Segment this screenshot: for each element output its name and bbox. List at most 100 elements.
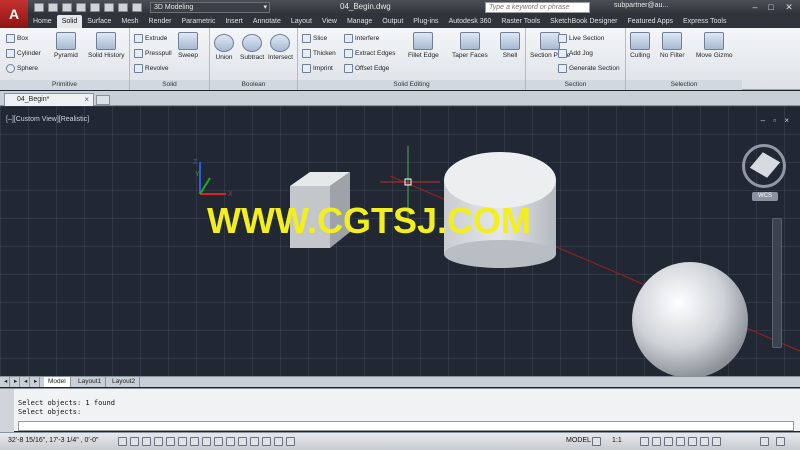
add-jog-button[interactable]: Add Jog <box>558 49 593 58</box>
save-as-icon[interactable] <box>76 3 86 12</box>
tab-solid[interactable]: Solid <box>56 15 83 28</box>
tab-raster-tools[interactable]: Raster Tools <box>496 15 545 28</box>
taper-faces-button[interactable]: Taper Faces <box>452 32 488 59</box>
presspull-button[interactable]: Presspull <box>134 49 172 58</box>
tab-featured-apps[interactable]: Featured Apps <box>622 15 678 28</box>
tab-mesh[interactable]: Mesh <box>116 15 143 28</box>
command-window-handle[interactable] <box>0 389 14 432</box>
user-account[interactable]: subpartner@au... <box>614 2 668 9</box>
interfere-button[interactable]: Interfere <box>344 34 379 43</box>
revolve-button[interactable]: Revolve <box>134 64 168 73</box>
workspace-switching-icon[interactable] <box>664 437 673 446</box>
lineweight-icon[interactable] <box>238 437 247 446</box>
tab-model[interactable]: Model <box>44 377 71 387</box>
status-menu-icon[interactable] <box>760 437 769 446</box>
new-tab-button[interactable] <box>96 95 110 105</box>
annotation-visibility-icon[interactable] <box>640 437 649 446</box>
selection-cycling-icon[interactable] <box>274 437 283 446</box>
quick-view-layouts-icon[interactable] <box>592 437 601 446</box>
quick-properties-icon[interactable] <box>262 437 271 446</box>
solid-history-button[interactable]: Solid History <box>88 32 124 59</box>
navigation-bar[interactable] <box>772 218 782 348</box>
tab-surface[interactable]: Surface <box>82 15 116 28</box>
application-menu-button[interactable]: A <box>0 0 28 28</box>
object-snap-icon[interactable] <box>178 437 187 446</box>
tab-scroll-right[interactable]: ▸ <box>10 377 20 387</box>
hardware-acceleration-icon[interactable] <box>688 437 697 446</box>
3d-object-snap-icon[interactable] <box>190 437 199 446</box>
tab-sketchbook-designer[interactable]: SketchBook Designer <box>545 15 622 28</box>
annotation-monitor-icon[interactable] <box>286 437 295 446</box>
no-filter-dropdown[interactable]: No Filter <box>660 32 685 59</box>
file-tab-04-begin[interactable]: 04_Begin* × <box>4 93 94 106</box>
polar-tracking-icon[interactable] <box>166 437 175 446</box>
snap-mode-icon[interactable] <box>130 437 139 446</box>
command-input[interactable] <box>18 421 794 431</box>
slice-button[interactable]: Slice <box>302 34 327 43</box>
sphere-button[interactable]: Sphere <box>6 64 38 73</box>
union-button[interactable]: Union <box>214 34 234 61</box>
offset-edge-button[interactable]: Offset Edge <box>344 64 389 73</box>
wcs-menu[interactable]: WCS <box>752 192 778 201</box>
drawing-viewport[interactable]: [–][Custom View][Realistic] – ▫ × Z Y X <box>0 106 800 384</box>
object-snap-tracking-icon[interactable] <box>202 437 211 446</box>
transparency-icon[interactable] <box>250 437 259 446</box>
intersect-button[interactable]: Intersect <box>268 34 293 61</box>
tab-autodesk-360[interactable]: Autodesk 360 <box>444 15 497 28</box>
viewcube[interactable] <box>742 144 786 188</box>
pyramid-button[interactable]: Pyramid <box>54 32 78 59</box>
tab-parametric[interactable]: Parametric <box>176 15 220 28</box>
tab-express-tools[interactable]: Express Tools <box>678 15 731 28</box>
move-gizmo-dropdown[interactable]: Move Gizmo <box>696 32 732 59</box>
extrude-button[interactable]: Extrude <box>134 34 167 43</box>
thicken-button[interactable]: Thicken <box>302 49 336 58</box>
model-space-toggle[interactable]: MODEL <box>566 437 591 444</box>
generate-section-button[interactable]: Generate Section <box>558 64 620 73</box>
live-section-button[interactable]: Live Section <box>558 34 604 43</box>
workspace-dropdown[interactable]: 3D Modeling <box>150 2 270 13</box>
close-tab-icon[interactable]: × <box>84 94 89 106</box>
tab-output[interactable]: Output <box>377 15 408 28</box>
dynamic-ucs-icon[interactable] <box>214 437 223 446</box>
tab-scroll-left[interactable]: ◂ <box>0 377 10 387</box>
new-file-icon[interactable] <box>34 3 44 12</box>
clean-screen-toggle-icon[interactable] <box>776 437 785 446</box>
maximize-button[interactable]: □ <box>764 1 778 13</box>
minimize-button[interactable]: – <box>748 1 762 13</box>
culling-button[interactable]: Culling <box>630 32 650 59</box>
tab-scroll-first[interactable]: ◂ <box>20 377 30 387</box>
tab-layout1[interactable]: Layout1 <box>74 377 107 387</box>
lock-ui-icon[interactable] <box>676 437 685 446</box>
annotation-scale[interactable]: 1:1 <box>612 437 622 444</box>
viewcube-face[interactable] <box>749 152 781 178</box>
fillet-edge-button[interactable]: Fillet Edge <box>408 32 439 59</box>
box-button[interactable]: Box <box>6 34 28 43</box>
tab-insert[interactable]: Insert <box>220 15 248 28</box>
isolate-objects-icon[interactable] <box>700 437 709 446</box>
cylinder-button[interactable]: Cylinder <box>6 49 41 58</box>
plot-icon[interactable] <box>90 3 100 12</box>
tab-manage[interactable]: Manage <box>342 15 377 28</box>
save-icon[interactable] <box>62 3 72 12</box>
ortho-mode-icon[interactable] <box>154 437 163 446</box>
close-button[interactable]: ✕ <box>782 1 796 13</box>
tab-layout2[interactable]: Layout2 <box>108 377 141 387</box>
match-properties-icon[interactable] <box>132 3 142 12</box>
grid-display-icon[interactable] <box>142 437 151 446</box>
shell-button[interactable]: Shell <box>500 32 520 59</box>
search-input[interactable]: Type a keyword or phrase <box>485 2 590 13</box>
tab-plug-ins[interactable]: Plug-ins <box>408 15 443 28</box>
coordinate-readout[interactable]: 32'-8 15/16", 17'-3 1/4" , 0'-0" <box>8 437 98 444</box>
redo-icon[interactable] <box>118 3 128 12</box>
panel-title[interactable]: Section <box>526 80 625 90</box>
dynamic-input-icon[interactable] <box>226 437 235 446</box>
extract-edges-button[interactable]: Extract Edges <box>344 49 395 58</box>
tab-view[interactable]: View <box>317 15 342 28</box>
imprint-button[interactable]: Imprint <box>302 64 333 73</box>
clean-screen-icon[interactable] <box>712 437 721 446</box>
infer-constraints-icon[interactable] <box>118 437 127 446</box>
open-file-icon[interactable] <box>48 3 58 12</box>
tab-scroll-last[interactable]: ▸ <box>30 377 40 387</box>
auto-scale-icon[interactable] <box>652 437 661 446</box>
subtract-button[interactable]: Subtract <box>240 34 264 61</box>
